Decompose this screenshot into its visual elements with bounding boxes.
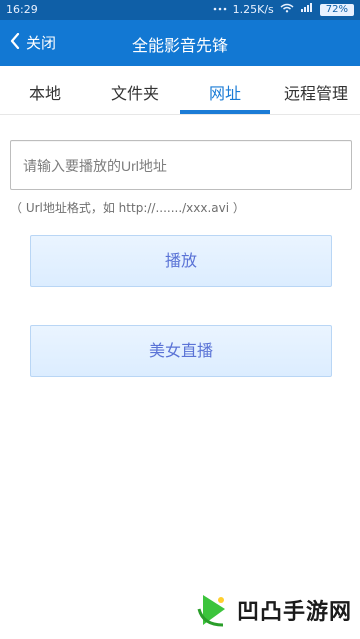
tab-url[interactable]: 网址 — [209, 80, 241, 104]
page-title: 全能影音先锋 — [131, 36, 228, 55]
wifi-icon — [280, 3, 294, 16]
dots-icon — [213, 3, 227, 16]
watermark-text: 凹凸手游网 — [236, 600, 352, 625]
tab-local[interactable]: 本地 — [29, 80, 61, 104]
status-bar: 16:29 1.25K/s 72% — [0, 0, 360, 20]
url-input[interactable] — [21, 153, 345, 179]
tab-remote[interactable]: 远程管理 — [284, 80, 348, 104]
battery-indicator: 72% — [319, 3, 354, 16]
title-bar: 关闭 全能影音先锋 — [0, 20, 360, 66]
url-format-hint: （ Url地址格式，如 http://......./xxx.avi ） — [10, 201, 245, 215]
signal-icon — [300, 3, 314, 16]
status-time: 16:29 — [6, 3, 38, 16]
status-right: 1.25K/s 72% — [213, 3, 354, 16]
active-tab-indicator — [180, 110, 270, 114]
live-stream-button[interactable]: 美女直播 — [30, 325, 332, 377]
network-speed: 1.25K/s — [232, 3, 274, 16]
watermark: 凹凸手游网 — [193, 591, 352, 629]
watermark-logo-icon — [193, 591, 231, 629]
url-input-container — [10, 140, 352, 190]
tab-bar: 本地 文件夹 网址 远程管理 — [0, 66, 360, 115]
play-button[interactable]: 播放 — [30, 235, 332, 287]
tab-folder[interactable]: 文件夹 — [111, 80, 159, 104]
